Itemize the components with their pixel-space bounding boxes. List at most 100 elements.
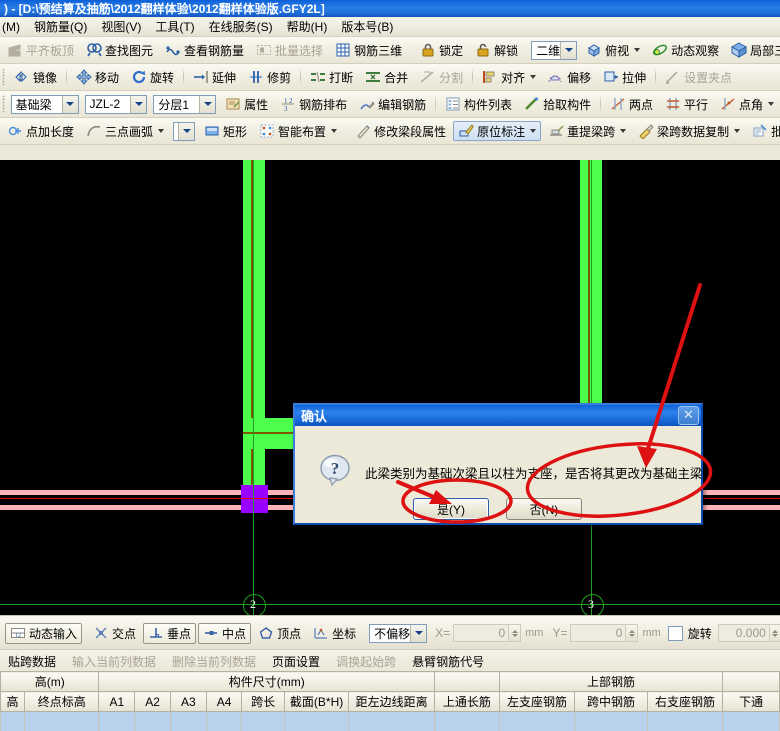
view-mode-combo[interactable]: 二维 <box>531 40 578 60</box>
toolbar-button-pick-component[interactable]: 拾取构件 <box>519 94 596 114</box>
rotate-input[interactable]: 0.000 <box>717 624 770 642</box>
snap-toggle-coordinate[interactable]: 坐标 <box>308 623 361 644</box>
toolbar-button-lock[interactable]: 锁定 <box>415 40 468 60</box>
grid-column-header-5[interactable]: A4 <box>205 691 243 712</box>
toolbar-button-unlock[interactable]: 解锁 <box>470 40 523 60</box>
grid-cell[interactable] <box>169 711 207 731</box>
chevron-down-icon[interactable] <box>767 102 774 106</box>
toolbar-button-local-3d[interactable]: 局部三维 <box>726 40 780 60</box>
grid-cell[interactable] <box>205 711 243 731</box>
toolbar-button-smart-layout[interactable]: 智能布置 <box>254 121 342 141</box>
rotate-stepper[interactable] <box>769 624 780 642</box>
grid-cell[interactable] <box>646 711 724 731</box>
x-coordinate-input[interactable]: 0 <box>453 624 510 642</box>
grid-cell[interactable] <box>283 711 350 731</box>
toolbar-button-rotate[interactable]: 旋转 <box>126 67 179 87</box>
toolbar-button-span-data-copy[interactable]: 梁跨数据复制 <box>633 121 745 141</box>
grid-cell[interactable] <box>574 711 648 731</box>
chevron-down-icon[interactable] <box>130 95 147 113</box>
grid-column-header-0[interactable]: 高 <box>0 691 26 712</box>
snap-toggle-perpendicular[interactable]: 垂点 <box>143 622 197 644</box>
grid-cell[interactable] <box>98 711 136 731</box>
toolbar-button-rectangle[interactable]: 矩形 <box>199 121 252 141</box>
rotate-checkbox[interactable] <box>667 625 683 641</box>
grid-column-header-2[interactable]: A1 <box>98 691 136 712</box>
grid-column-header-12[interactable]: 右支座钢筋 <box>646 691 724 712</box>
y-coordinate-stepper[interactable] <box>626 624 639 642</box>
toolbar-button-extend[interactable]: 延伸 <box>188 67 241 87</box>
data-grid[interactable]: 高(m) 构件尺寸(mm) 上部钢筋高终点标高 A1 A2 A3 A4 跨长 截面(B*H) 距左… <box>0 671 780 731</box>
grid-column-header-4[interactable]: A3 <box>169 691 207 712</box>
menu-item-5[interactable]: 帮助(H) <box>280 17 335 36</box>
offset-mode-combo[interactable]: 不偏移 <box>369 623 428 643</box>
column-element[interactable] <box>241 485 268 513</box>
toolbar-gripper[interactable] <box>2 68 5 86</box>
grid-column-header-10[interactable]: 左支座钢筋 <box>498 691 576 712</box>
chevron-down-icon[interactable] <box>620 129 627 133</box>
component-type-combo[interactable]: 基础梁 <box>10 94 79 114</box>
chevron-down-icon[interactable] <box>530 129 537 133</box>
toolbar-button-point-angle[interactable]: 点角 <box>715 94 779 114</box>
toolbar-button-two-point[interactable]: 两点 <box>605 94 658 114</box>
chevron-down-icon[interactable] <box>158 129 165 133</box>
grid-column-header-1[interactable]: 终点标高 <box>24 691 100 712</box>
no-button[interactable]: 否(N) <box>506 498 582 520</box>
layer-combo[interactable]: 分层1 <box>153 94 217 114</box>
grid-cell[interactable] <box>241 711 285 731</box>
grid-column-header-6[interactable]: 跨长 <box>241 691 285 712</box>
table-row[interactable] <box>0 711 780 731</box>
toolbar-button-trim[interactable]: 修剪 <box>243 67 296 87</box>
yes-button[interactable]: 是(Y) <box>413 498 489 520</box>
toolbar-button-dynamic-observe[interactable]: 动态观察 <box>647 40 724 60</box>
chevron-down-icon[interactable] <box>199 95 216 113</box>
toolbar-button-edit-rebar[interactable]: 编辑钢筋 <box>354 94 431 114</box>
toolbar-button-parallel[interactable]: 平行 <box>660 94 713 114</box>
chevron-down-icon[interactable] <box>734 129 741 133</box>
toolbar-button-component-list[interactable]: 构件列表 <box>440 94 517 114</box>
toolbar-button-rebar-3d[interactable]: 钢筋三维 <box>330 40 407 60</box>
drawing-canvas[interactable]: 2 3 <box>0 160 780 615</box>
menu-item-6[interactable]: 版本号(B) <box>334 17 400 36</box>
close-icon[interactable]: ✕ <box>678 406 699 425</box>
toolbar-button-properties[interactable]: 属性 <box>220 94 273 114</box>
grid-column-header-7[interactable]: 截面(B*H) <box>283 691 350 712</box>
menu-item-2[interactable]: 视图(V) <box>94 17 148 36</box>
chevron-down-icon[interactable] <box>61 95 78 113</box>
toolbar-gripper[interactable] <box>2 95 5 113</box>
beam-vertical-left[interactable] <box>243 160 265 501</box>
toolbar-button-top-view[interactable]: 俯视 <box>581 40 645 60</box>
toolbar-button-edit-beam-seg[interactable]: 修改梁段属性 <box>350 121 451 141</box>
grid-cell[interactable] <box>0 711 26 731</box>
snap-toggle-midpoint[interactable]: 中点 <box>198 622 252 644</box>
toolbar-button-offset[interactable]: 偏移 <box>543 67 596 87</box>
grid-column-header-11[interactable]: 跨中钢筋 <box>574 691 648 712</box>
toolbar-button-in-situ-annotation[interactable]: 原位标注 <box>453 121 542 141</box>
toolbar-button-point-add-length[interactable]: 点加长度 <box>2 121 79 141</box>
menu-item-4[interactable]: 在线服务(S) <box>202 17 280 36</box>
grid-column-header-9[interactable]: 上通长筋 <box>434 691 500 712</box>
toolbar-button-break[interactable]: 打断 <box>305 67 358 87</box>
grid-column-header-3[interactable]: A2 <box>134 691 171 712</box>
command-item-3[interactable]: 页面设置 <box>264 653 328 670</box>
toolbar-button-rebar-layout[interactable]: 1 2 3 钢筋排布 <box>275 94 352 114</box>
chevron-down-icon[interactable] <box>530 75 537 79</box>
component-name-combo[interactable]: JZL-2 <box>84 94 148 114</box>
grid-cell[interactable] <box>134 711 171 731</box>
toolbar-button-mirror[interactable]: 镜像 <box>9 67 62 87</box>
grid-cell[interactable] <box>722 711 780 731</box>
toolbar-button-batch[interactable]: 批 <box>747 121 780 141</box>
toolbar-button-re-extract-span[interactable]: 重提梁跨 <box>543 121 631 141</box>
toolbar-button-view-rebar-qty[interactable]: 查看钢筋量 <box>160 40 249 60</box>
chevron-down-icon[interactable] <box>560 41 577 59</box>
toolbar-button-stretch[interactable]: 拉伸 <box>598 67 651 87</box>
grid-cell[interactable] <box>434 711 500 731</box>
shape-combo[interactable] <box>173 121 196 141</box>
snap-toggle-intersection[interactable]: 交点 <box>88 623 141 644</box>
y-coordinate-input[interactable]: 0 <box>570 624 627 642</box>
chevron-down-icon[interactable] <box>410 624 427 642</box>
grid-cell[interactable] <box>498 711 576 731</box>
grid-cell[interactable] <box>348 711 435 731</box>
toolbar-button-find-element[interactable]: 查找图元 <box>81 40 158 60</box>
toolbar-button-align[interactable]: 对齐 <box>477 67 541 87</box>
grid-column-header-8[interactable]: 距左边线距离 <box>348 691 435 712</box>
